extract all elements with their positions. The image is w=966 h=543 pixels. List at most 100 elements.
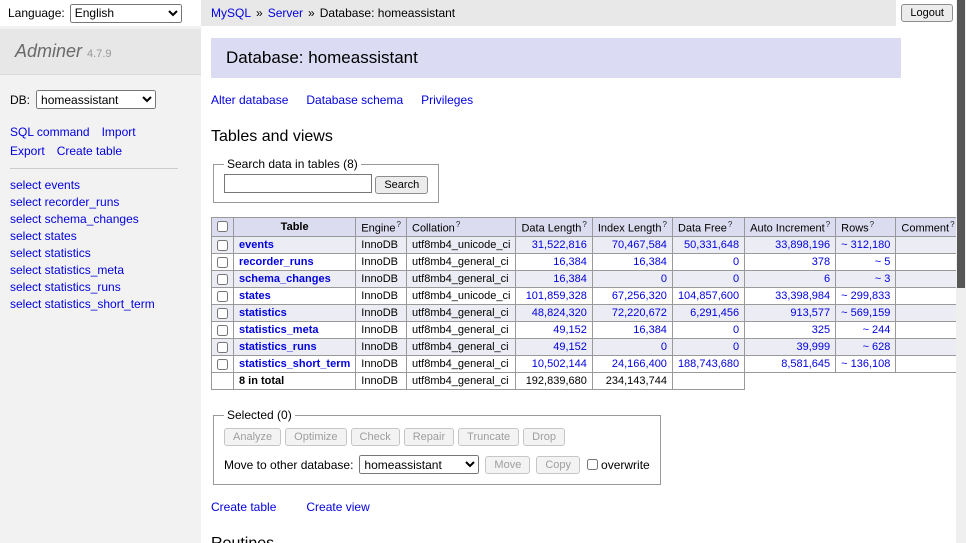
data-free-link[interactable]: 6,291,456 <box>690 307 739 319</box>
breadcrumb-link-server[interactable]: Server <box>268 6 303 20</box>
data-length-link[interactable]: 31,522,816 <box>532 239 587 251</box>
create-link-create-table[interactable]: Create table <box>211 500 276 514</box>
data-free-link[interactable]: 104,857,600 <box>678 290 739 302</box>
table-link-statistics_short_term[interactable]: statistics_short_term <box>239 358 350 370</box>
auto-increment-link[interactable]: 39,999 <box>797 341 831 353</box>
rows-link[interactable]: ~ 3 <box>875 273 891 285</box>
scrollbar[interactable] <box>956 0 966 543</box>
sidebar-link-export[interactable]: Export <box>10 144 45 158</box>
row-checkbox[interactable] <box>217 342 228 353</box>
row-checkbox[interactable] <box>217 359 228 370</box>
data-length-link[interactable]: 48,824,320 <box>532 307 587 319</box>
rows-link[interactable]: ~ 299,833 <box>841 290 890 302</box>
db-link-alter-database[interactable]: Alter database <box>211 93 288 107</box>
data-free-link[interactable]: 50,331,648 <box>684 239 739 251</box>
row-checkbox[interactable] <box>217 274 228 285</box>
language-select[interactable]: English <box>70 4 182 23</box>
copy-button[interactable]: Copy <box>536 456 580 474</box>
auto-increment-link[interactable]: 33,898,196 <box>775 239 830 251</box>
rows-link[interactable]: ~ 628 <box>863 341 891 353</box>
row-checkbox[interactable] <box>217 257 228 268</box>
table-link-statistics[interactable]: statistics <box>239 307 287 319</box>
data-length-link[interactable]: 16,384 <box>553 273 587 285</box>
repair-button[interactable]: Repair <box>404 428 454 446</box>
rows-link[interactable]: ~ 136,108 <box>841 358 890 370</box>
auto-increment-link[interactable]: 325 <box>812 324 830 336</box>
auto-increment-link[interactable]: 6 <box>824 273 830 285</box>
table-link-events[interactable]: events <box>239 239 274 251</box>
index-length-link[interactable]: 67,256,320 <box>612 290 667 302</box>
sidebar-table-link-select-statistics-meta[interactable]: select statistics_meta <box>10 263 191 277</box>
sidebar-table-link-select-recorder-runs[interactable]: select recorder_runs <box>10 195 191 209</box>
table-link-schema_changes[interactable]: schema_changes <box>239 273 331 285</box>
data-length-link[interactable]: 16,384 <box>553 256 587 268</box>
data-length-link[interactable]: 49,152 <box>553 324 587 336</box>
analyze-button[interactable]: Analyze <box>224 428 281 446</box>
logout-button[interactable]: Logout <box>901 4 953 22</box>
index-length-link[interactable]: 16,384 <box>633 256 667 268</box>
select-all-checkbox[interactable] <box>217 221 228 232</box>
overwrite-checkbox[interactable] <box>587 459 598 470</box>
rows-link[interactable]: ~ 5 <box>875 256 891 268</box>
search-button[interactable]: Search <box>375 176 428 194</box>
index-length-link[interactable]: 0 <box>661 341 667 353</box>
app-name[interactable]: Adminer <box>15 41 82 61</box>
data-length-link[interactable]: 10,502,144 <box>532 358 587 370</box>
db-select[interactable]: homeassistant <box>36 90 156 109</box>
sidebar-link-import[interactable]: Import <box>102 125 136 139</box>
row-checkbox[interactable] <box>217 240 228 251</box>
help-icon[interactable]: ? <box>826 220 830 229</box>
row-checkbox[interactable] <box>217 325 228 336</box>
table-link-states[interactable]: states <box>239 290 271 302</box>
auto-increment-link[interactable]: 378 <box>812 256 830 268</box>
sidebar-link-create-table[interactable]: Create table <box>57 144 122 158</box>
auto-increment-link[interactable]: 33,398,984 <box>775 290 830 302</box>
data-length-link[interactable]: 101,859,328 <box>526 290 587 302</box>
breadcrumb-link-mysql[interactable]: MySQL <box>211 6 251 20</box>
index-length-link[interactable]: 0 <box>661 273 667 285</box>
help-icon[interactable]: ? <box>728 220 732 229</box>
sidebar-table-link-select-statistics-short-term[interactable]: select statistics_short_term <box>10 297 191 311</box>
sidebar-table-link-select-states[interactable]: select states <box>10 229 191 243</box>
sidebar-table-link-select-statistics-runs[interactable]: select statistics_runs <box>10 280 191 294</box>
check-button[interactable]: Check <box>351 428 400 446</box>
data-free-link[interactable]: 0 <box>733 324 739 336</box>
help-icon[interactable]: ? <box>582 220 586 229</box>
row-checkbox[interactable] <box>217 291 228 302</box>
sidebar-table-link-select-statistics[interactable]: select statistics <box>10 246 191 260</box>
sidebar-table-link-select-schema-changes[interactable]: select schema_changes <box>10 212 191 226</box>
help-icon[interactable]: ? <box>456 220 460 229</box>
data-free-link[interactable]: 0 <box>733 273 739 285</box>
index-length-link[interactable]: 24,166,400 <box>612 358 667 370</box>
db-link-database-schema[interactable]: Database schema <box>306 93 403 107</box>
sidebar-table-link-select-events[interactable]: select events <box>10 178 191 192</box>
scrollbar-thumb[interactable] <box>957 0 965 288</box>
drop-button[interactable]: Drop <box>523 428 565 446</box>
index-length-link[interactable]: 16,384 <box>633 324 667 336</box>
help-icon[interactable]: ? <box>870 220 874 229</box>
data-free-link[interactable]: 0 <box>733 256 739 268</box>
rows-link[interactable]: ~ 244 <box>863 324 891 336</box>
move-button[interactable]: Move <box>485 456 530 474</box>
sidebar-link-sql-command[interactable]: SQL command <box>10 125 90 139</box>
index-length-link[interactable]: 70,467,584 <box>612 239 667 251</box>
auto-increment-link[interactable]: 8,581,645 <box>781 358 830 370</box>
db-link-privileges[interactable]: Privileges <box>421 93 473 107</box>
table-link-recorder_runs[interactable]: recorder_runs <box>239 256 314 268</box>
rows-link[interactable]: ~ 569,159 <box>841 307 890 319</box>
data-length-link[interactable]: 49,152 <box>553 341 587 353</box>
help-icon[interactable]: ? <box>662 220 666 229</box>
search-input[interactable] <box>224 174 372 193</box>
data-free-link[interactable]: 188,743,680 <box>678 358 739 370</box>
help-icon[interactable]: ? <box>397 220 401 229</box>
table-link-statistics_meta[interactable]: statistics_meta <box>239 324 319 336</box>
row-checkbox[interactable] <box>217 308 228 319</box>
move-database-select[interactable]: homeassistant <box>359 455 479 474</box>
help-icon[interactable]: ? <box>950 220 954 229</box>
rows-link[interactable]: ~ 312,180 <box>841 239 890 251</box>
index-length-link[interactable]: 72,220,672 <box>612 307 667 319</box>
data-free-link[interactable]: 0 <box>733 341 739 353</box>
truncate-button[interactable]: Truncate <box>458 428 519 446</box>
table-link-statistics_runs[interactable]: statistics_runs <box>239 341 317 353</box>
create-link-create-view[interactable]: Create view <box>306 500 369 514</box>
